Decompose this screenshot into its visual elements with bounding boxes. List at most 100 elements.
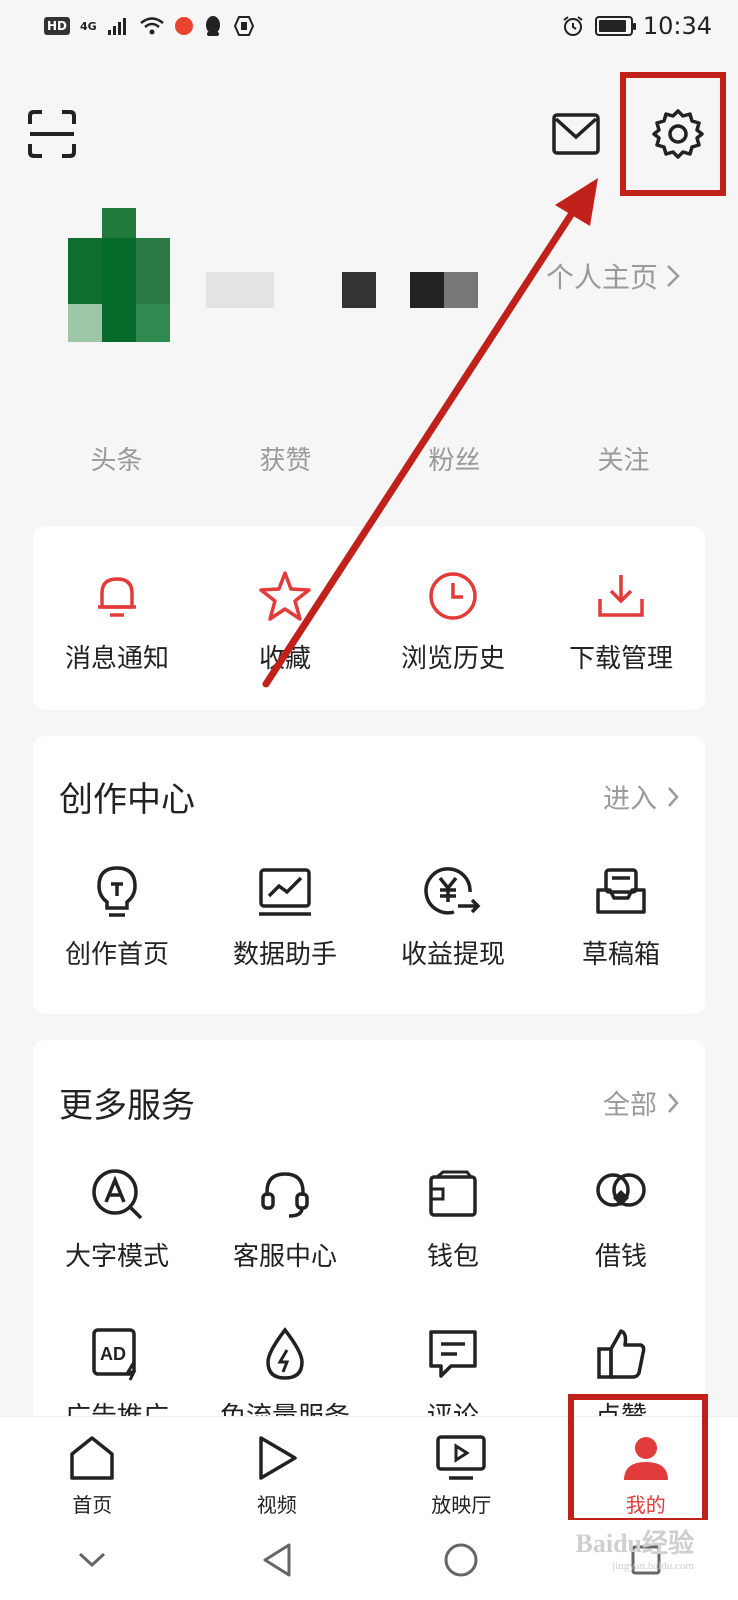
collapse-nav-button[interactable] bbox=[0, 1520, 185, 1600]
chevron-right-icon bbox=[668, 786, 679, 807]
drafts-box[interactable]: 草稿箱 bbox=[537, 862, 705, 971]
enter-label: 进入 bbox=[603, 784, 657, 815]
network-type: 4G bbox=[80, 19, 97, 33]
creation-item-label: 创作首页 bbox=[64, 940, 169, 970]
stat-fans[interactable]: 粉丝 bbox=[370, 440, 539, 477]
nav-label: 我的 bbox=[625, 1493, 666, 1517]
nav-label: 首页 bbox=[72, 1493, 113, 1517]
large-font-mode[interactable]: 大字模式 bbox=[33, 1164, 201, 1273]
large-font-icon bbox=[87, 1164, 147, 1224]
home-icon bbox=[65, 1431, 119, 1485]
watermark-brand: Baidu经验 bbox=[575, 1529, 695, 1558]
more-services-title: 更多服务 bbox=[59, 1086, 195, 1126]
quick-action-label: 消息通知 bbox=[64, 644, 169, 674]
quick-actions-card: 消息通知 收藏 浏览历史 下载管理 bbox=[33, 526, 705, 710]
battery-icon bbox=[594, 16, 636, 36]
bottom-nav: 首页 视频 放映厅 我的 bbox=[0, 1416, 738, 1520]
quick-action-label: 浏览历史 bbox=[400, 644, 505, 674]
username-blurred bbox=[342, 272, 376, 308]
settings-gear-icon[interactable] bbox=[650, 106, 706, 162]
more-services-card: 更多服务 全部 大字模式 客服中心 钱包 借钱 AD bbox=[33, 1040, 705, 1440]
nav-me[interactable]: 我的 bbox=[554, 1417, 738, 1520]
data-assistant[interactable]: 数据助手 bbox=[201, 862, 369, 971]
stat-posts[interactable]: 头条 bbox=[32, 440, 201, 477]
watermark-url: jingyan.baidu.com bbox=[612, 1560, 694, 1572]
avatar[interactable] bbox=[68, 208, 170, 342]
creation-item-label: 数据助手 bbox=[232, 940, 337, 970]
status-bar: HD 4G 10:34 bbox=[0, 0, 738, 52]
status-left: HD 4G bbox=[44, 15, 255, 37]
stat-likes[interactable]: 获赞 bbox=[201, 440, 370, 477]
baidu-watermark: Baidu经验 jingyan.baidu.com bbox=[576, 1523, 695, 1572]
yen-withdraw-icon bbox=[423, 862, 483, 922]
username-blurred bbox=[410, 272, 444, 308]
headset-icon bbox=[255, 1164, 315, 1224]
customer-service[interactable]: 客服中心 bbox=[201, 1164, 369, 1273]
earnings-withdraw[interactable]: 收益提现 bbox=[369, 862, 537, 971]
wallet[interactable]: 钱包 bbox=[369, 1164, 537, 1273]
creation-center-title: 创作中心 bbox=[59, 780, 195, 820]
quick-action-favorites[interactable]: 收藏 bbox=[201, 566, 369, 675]
chart-monitor-icon bbox=[255, 862, 315, 922]
ad-icon: AD bbox=[87, 1324, 147, 1384]
nav-label: 放映厅 bbox=[431, 1493, 492, 1517]
creation-center-card: 创作中心 进入 创作首页 数据助手 收益提现 草稿箱 bbox=[33, 736, 705, 1014]
scan-icon[interactable] bbox=[24, 106, 80, 162]
borrow-money[interactable]: 借钱 bbox=[537, 1164, 705, 1273]
nav-label: 视频 bbox=[256, 1493, 297, 1517]
app-notification-icon bbox=[174, 17, 193, 35]
wallet-icon bbox=[423, 1164, 483, 1224]
personal-homepage-link[interactable]: 个人主页 bbox=[546, 256, 680, 296]
chevron-down-icon bbox=[79, 1552, 106, 1568]
nav-screening-room[interactable]: 放映厅 bbox=[369, 1417, 554, 1520]
wifi-icon bbox=[139, 17, 164, 35]
shield-app-icon bbox=[233, 16, 254, 36]
profile-stats: 头条 获赞 粉丝 关注 bbox=[32, 440, 708, 477]
back-triangle-icon bbox=[263, 1543, 291, 1577]
service-label: 借钱 bbox=[594, 1242, 647, 1272]
quick-action-label: 收藏 bbox=[258, 644, 311, 674]
creation-home[interactable]: 创作首页 bbox=[33, 862, 201, 971]
more-services-all-link[interactable]: 全部 bbox=[603, 1083, 679, 1122]
nav-video[interactable]: 视频 bbox=[185, 1417, 370, 1520]
personal-homepage-label: 个人主页 bbox=[546, 261, 659, 294]
bell-icon bbox=[87, 566, 147, 626]
comment-icon bbox=[423, 1324, 483, 1384]
clock-icon bbox=[423, 566, 483, 626]
svg-text:AD: AD bbox=[100, 1344, 126, 1364]
back-button[interactable] bbox=[185, 1520, 370, 1600]
creation-item-label: 草稿箱 bbox=[581, 940, 660, 970]
user-icon bbox=[619, 1431, 673, 1485]
creation-item-label: 收益提现 bbox=[400, 940, 505, 970]
star-icon bbox=[255, 566, 315, 626]
quick-action-history[interactable]: 浏览历史 bbox=[369, 566, 537, 675]
service-label: 客服中心 bbox=[232, 1242, 337, 1272]
chevron-right-icon bbox=[668, 1092, 679, 1113]
status-right: 10:34 bbox=[561, 12, 712, 40]
quick-action-label: 下载管理 bbox=[568, 644, 673, 674]
signal-icon bbox=[107, 18, 126, 35]
stat-following[interactable]: 关注 bbox=[539, 440, 708, 477]
service-label: 大字模式 bbox=[64, 1242, 169, 1272]
hd-badge: HD bbox=[44, 17, 71, 35]
nav-home[interactable]: 首页 bbox=[0, 1417, 185, 1520]
service-label: 钱包 bbox=[426, 1242, 479, 1272]
draft-box-icon bbox=[591, 862, 651, 922]
home-button[interactable] bbox=[369, 1520, 554, 1600]
screening-room-icon bbox=[434, 1431, 488, 1485]
mail-icon[interactable] bbox=[550, 108, 602, 160]
username-blurred bbox=[206, 272, 274, 308]
chevron-right-icon bbox=[667, 265, 680, 287]
username-blurred bbox=[444, 272, 478, 308]
home-circle-icon bbox=[444, 1543, 478, 1577]
download-icon bbox=[591, 566, 651, 626]
all-label: 全部 bbox=[603, 1090, 657, 1121]
quick-action-notifications[interactable]: 消息通知 bbox=[33, 566, 201, 675]
data-free-icon bbox=[255, 1324, 315, 1384]
creation-center-enter-link[interactable]: 进入 bbox=[603, 777, 679, 816]
qq-icon bbox=[205, 16, 220, 36]
play-icon bbox=[250, 1431, 304, 1485]
thumbs-up-icon bbox=[591, 1324, 651, 1384]
lightbulb-icon bbox=[87, 862, 147, 922]
quick-action-downloads[interactable]: 下载管理 bbox=[537, 566, 705, 675]
